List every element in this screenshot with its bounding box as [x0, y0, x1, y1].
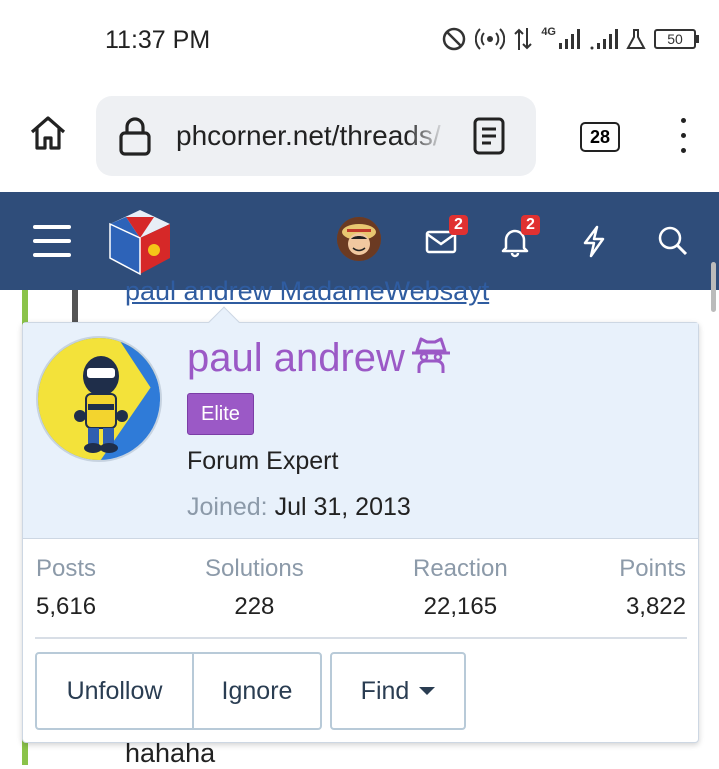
- reader-mode-icon[interactable]: [472, 116, 506, 156]
- more-menu-icon[interactable]: [678, 118, 688, 156]
- alerts-badge: 2: [521, 215, 540, 235]
- find-label[interactable]: Find: [361, 677, 410, 706]
- lock-icon[interactable]: [118, 116, 152, 156]
- site-logo[interactable]: [106, 206, 174, 276]
- signal-2-icon: [590, 29, 618, 50]
- battery-icon: 50: [654, 29, 699, 49]
- scrollbar[interactable]: [711, 262, 716, 312]
- user-title: Forum Expert: [187, 447, 339, 475]
- joined-info: Joined: Jul 31, 2013: [187, 493, 411, 522]
- stat-value[interactable]: 228: [205, 593, 304, 621]
- do-not-disturb-icon: [443, 27, 466, 51]
- quote-mention-line[interactable]: paul andrew MadameWebsayt: [125, 276, 489, 307]
- unfollow-button[interactable]: Unfollow: [35, 652, 194, 730]
- stat-label: Solutions: [205, 555, 304, 582]
- url-text[interactable]: phcorner.net/threads/: [176, 120, 446, 152]
- battery-level: 50: [654, 29, 696, 49]
- status-bar: 11:37 PM 4G 50: [0, 0, 719, 82]
- stat-solutions[interactable]: Solutions 228: [205, 555, 304, 621]
- stat-label: Posts: [36, 555, 97, 582]
- chevron-down-icon[interactable]: [419, 687, 436, 695]
- member-username[interactable]: paul andrew: [187, 333, 453, 381]
- search-icon[interactable]: [656, 224, 690, 258]
- user-avatar[interactable]: [337, 217, 381, 261]
- menu-icon[interactable]: [33, 225, 71, 257]
- data-transfer-icon: [514, 28, 533, 50]
- status-icons: 4G 50: [441, 26, 699, 52]
- member-card-header: paul andrew Elite Forum Expert Joined: J…: [23, 323, 698, 539]
- member-username-text[interactable]: paul andrew: [187, 336, 405, 380]
- stat-reaction[interactable]: Reaction 22,165: [413, 555, 508, 621]
- joined-date: Jul 31, 2013: [274, 493, 411, 521]
- flask-icon: [626, 29, 646, 49]
- ignore-button[interactable]: Ignore: [192, 652, 322, 730]
- whats-new-icon[interactable]: [577, 224, 611, 258]
- stat-posts[interactable]: Posts 5,616: [36, 555, 96, 621]
- hotspot-icon: [475, 28, 506, 50]
- member-avatar[interactable]: [36, 336, 162, 462]
- home-icon[interactable]: [28, 113, 68, 153]
- incognito-icon: [411, 337, 450, 373]
- stats-divider: [35, 637, 687, 639]
- inbox-badge: 2: [449, 215, 468, 235]
- user-banner-badge: Elite: [187, 393, 254, 435]
- stat-points[interactable]: Points 3,822: [619, 555, 686, 621]
- find-dropdown-button[interactable]: Find: [330, 652, 466, 730]
- member-tooltip-card: paul andrew Elite Forum Expert Joined: J…: [22, 306, 699, 743]
- address-bar[interactable]: phcorner.net/threads/: [96, 96, 536, 176]
- status-time: 11:37 PM: [105, 26, 211, 54]
- joined-label: Joined:: [187, 493, 268, 521]
- tab-switcher-button[interactable]: 28: [580, 122, 620, 152]
- stat-value[interactable]: 3,822: [619, 593, 686, 621]
- stat-value[interactable]: 5,616: [36, 593, 96, 621]
- stat-label: Reaction: [413, 555, 508, 582]
- stat-label: Points: [619, 555, 686, 582]
- network-type: 4G: [541, 26, 556, 38]
- signal-icon: [559, 29, 580, 49]
- stat-value[interactable]: 22,165: [413, 593, 508, 621]
- browser-toolbar: phcorner.net/threads/ 28: [0, 82, 719, 192]
